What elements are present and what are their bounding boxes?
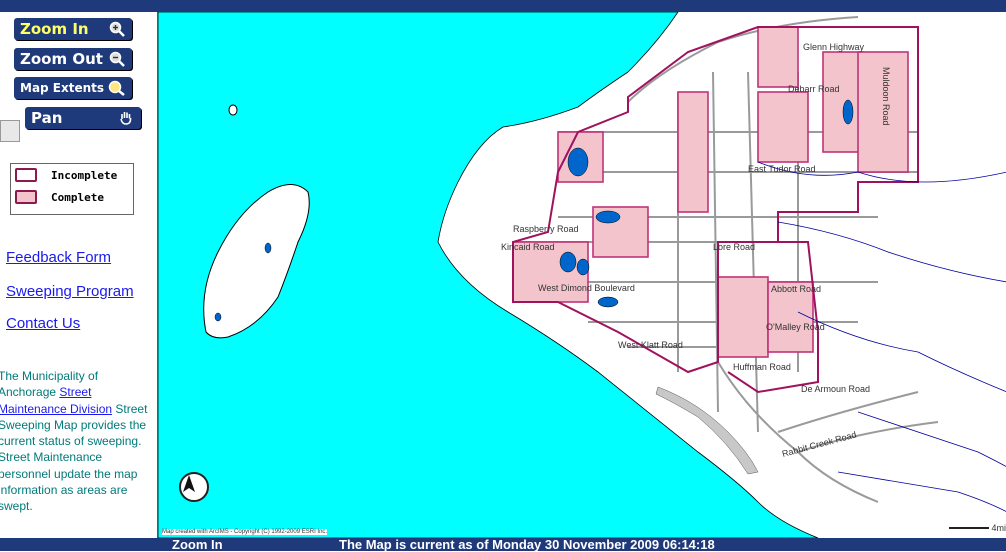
label-huffman-road: Huffman Road [733, 362, 791, 372]
scale-label: 4mi [991, 523, 1006, 533]
map-credit: Map created with ArcIMS - Copyright (C) … [162, 529, 328, 535]
zoom-in-icon [108, 20, 126, 38]
label-east-tudor-road: East Tudor Road [748, 164, 816, 174]
label-kincaid-road: Kincaid Road [501, 242, 555, 252]
legend-complete-label: Complete [51, 190, 104, 204]
map-canvas[interactable]: Glenn Highway Debarr Road Muldoon Road E… [158, 12, 1006, 538]
label-lore-road: Lore Road [713, 242, 755, 252]
status-bar: Zoom In The Map is current as of Monday … [0, 537, 1006, 552]
sidebar: Zoom In Zoom Out Map Extents Pan Incompl… [0, 12, 157, 538]
description-suffix: Street Sweeping Map provides the current… [0, 401, 148, 514]
label-debarr-road: Debarr Road [788, 84, 840, 94]
map-extents-label: Map Extents [20, 81, 105, 95]
zoom-in-button[interactable]: Zoom In [14, 18, 132, 40]
zoom-out-button[interactable]: Zoom Out [14, 48, 132, 70]
label-omalley-road: O'Malley Road [766, 322, 825, 332]
hand-icon [117, 109, 135, 127]
contact-us-link[interactable]: Contact Us [6, 315, 80, 332]
page-icon [0, 120, 20, 142]
description-text: The Municipality of Anchorage Street Mai… [0, 368, 155, 515]
legend-complete: Complete [15, 190, 104, 204]
incomplete-swatch [15, 168, 37, 182]
label-west-klatt-road: West Klatt Road [618, 340, 683, 350]
legend-incomplete: Incomplete [15, 168, 117, 182]
label-abbott-road: Abbott Road [771, 284, 821, 294]
current-tool: Zoom In [172, 537, 223, 552]
map-legend: Incomplete Complete [10, 163, 134, 215]
globe-zoom-icon [108, 79, 126, 97]
label-de-armoun-road: De Armoun Road [801, 384, 870, 394]
label-west-dimond-boulevard: West Dimond Boulevard [538, 283, 635, 293]
pan-label: Pan [31, 109, 63, 127]
zoom-out-label: Zoom Out [20, 50, 103, 68]
label-glenn-highway: Glenn Highway [803, 42, 865, 52]
scale-line [949, 527, 990, 529]
sweeping-program-link[interactable]: Sweeping Program [6, 283, 134, 300]
map-view[interactable]: Glenn Highway Debarr Road Muldoon Road E… [157, 12, 1006, 538]
legend-incomplete-label: Incomplete [51, 168, 118, 182]
label-raspberry-road: Raspberry Road [513, 224, 579, 234]
pan-button[interactable]: Pan [25, 107, 141, 129]
scale-bar: 4mi [949, 523, 1006, 533]
label-muldoon-road: Muldoon Road [881, 67, 891, 126]
north-arrow-icon [179, 472, 209, 502]
label-rabbit-creek-road: Rabbit Creek Road [781, 429, 858, 458]
feedback-form-link[interactable]: Feedback Form [6, 249, 111, 266]
zoom-out-icon [108, 50, 126, 68]
top-bar [0, 0, 1006, 12]
zoom-in-label: Zoom In [20, 20, 89, 38]
map-currency-text: The Map is current as of Monday 30 Novem… [339, 537, 715, 552]
complete-swatch [15, 190, 37, 204]
map-extents-button[interactable]: Map Extents [14, 77, 132, 99]
